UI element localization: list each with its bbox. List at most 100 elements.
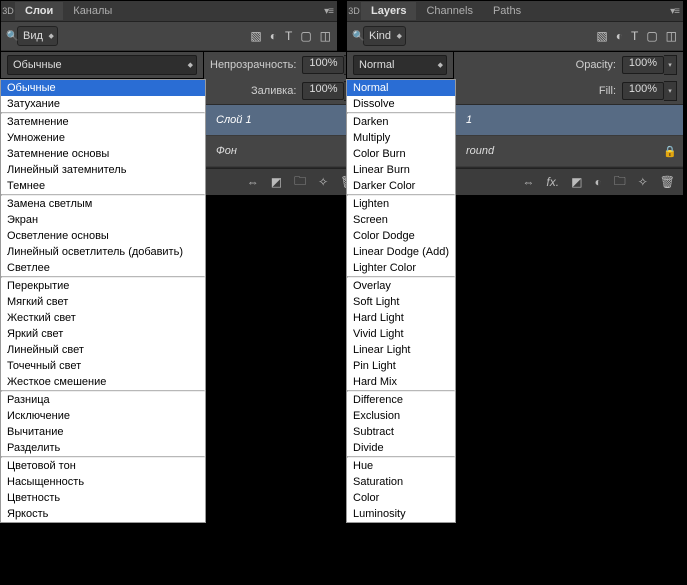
fill-slider-icon[interactable]: ▾ [664,81,677,101]
opacity-input[interactable]: 100% [622,56,664,74]
layer-name[interactable]: Фон [210,145,344,157]
blend-mode-option[interactable]: Линейный осветлитель (добавить) [1,244,205,260]
link-layers-icon[interactable]: ⇔ [247,175,259,189]
blend-mode-option[interactable]: Яркость [1,506,205,522]
filter-adjust-icon[interactable]: ◐ [270,29,277,43]
filter-pixel-icon[interactable]: ▧ [250,29,261,43]
blend-mode-option[interactable]: Осветление основы [1,228,205,244]
blend-mode-select[interactable]: Обычные [7,55,197,75]
blend-mode-select[interactable]: Normal [353,55,447,75]
new-group-icon[interactable]: 🗀 [614,172,626,193]
blend-mode-option[interactable]: Разделить [1,440,205,456]
blend-mode-option[interactable]: Затемнение [1,114,205,130]
blend-mode-option[interactable]: Exclusion [347,408,455,424]
blend-mode-option[interactable]: Soft Light [347,294,455,310]
blend-mode-option[interactable]: Lighter Color [347,260,455,276]
blend-mode-option[interactable]: Darken [347,114,455,130]
blend-mode-option[interactable]: Screen [347,212,455,228]
layer-row[interactable]: Фон 🔒 [204,136,363,167]
filter-smart-icon[interactable]: ◫ [666,29,677,43]
blend-mode-option[interactable]: Normal [347,80,455,96]
layer-name[interactable]: Слой 1 [210,114,357,126]
trash-icon[interactable]: 🗑 [660,175,675,189]
filter-shape-icon[interactable]: ▢ [646,29,657,43]
blend-mode-option[interactable]: Линейный свет [1,342,205,358]
layer-row[interactable]: round 🔒 [454,136,683,167]
mask-icon[interactable]: ◩ [571,175,582,189]
blend-mode-option[interactable]: Разница [1,392,205,408]
blend-mode-option[interactable]: Исключение [1,408,205,424]
blend-mode-option[interactable]: Color Burn [347,146,455,162]
link-layers-icon[interactable]: ⇔ [522,175,534,189]
blend-mode-option[interactable]: Точечный свет [1,358,205,374]
blend-mode-option[interactable]: Умножение [1,130,205,146]
flyout-menu-icon[interactable]: ▾≡ [324,6,333,17]
new-group-icon[interactable]: 🗀 [294,172,306,193]
mask-icon[interactable]: ◩ [271,175,282,189]
blend-mode-option[interactable]: Overlay [347,278,455,294]
tab-channels[interactable]: Каналы [63,2,122,20]
new-layer-icon[interactable]: ✧ [638,175,648,189]
blend-mode-option[interactable]: Hue [347,458,455,474]
blend-mode-option[interactable]: Linear Dodge (Add) [347,244,455,260]
new-layer-icon[interactable]: ✧ [318,175,328,189]
blend-mode-option[interactable]: Обычные [1,80,205,96]
blend-mode-option[interactable]: Hard Light [347,310,455,326]
opacity-input[interactable]: 100% [302,56,344,74]
opacity-slider-icon[interactable]: ▾ [664,55,677,75]
tab-layers[interactable]: Слои [15,2,63,20]
blend-mode-option[interactable]: Luminosity [347,506,455,522]
blend-mode-option[interactable]: Цветовой тон [1,458,205,474]
flyout-menu-icon[interactable]: ▾≡ [670,6,679,17]
blend-mode-option[interactable]: Multiply [347,130,455,146]
blend-mode-option[interactable]: Darker Color [347,178,455,194]
blend-mode-option[interactable]: Экран [1,212,205,228]
tab-3d[interactable]: 3D [347,6,361,16]
filter-kind-select[interactable]: Вид [17,26,58,46]
filter-pixel-icon[interactable]: ▧ [596,29,607,43]
blend-mode-option[interactable]: Цветность [1,490,205,506]
filter-adjust-icon[interactable]: ◐ [616,29,623,43]
blend-mode-option[interactable]: Pin Light [347,358,455,374]
blend-mode-option[interactable]: Divide [347,440,455,456]
blend-mode-option[interactable]: Vivid Light [347,326,455,342]
filter-smart-icon[interactable]: ◫ [320,29,331,43]
tab-channels[interactable]: Channels [416,2,482,20]
blend-mode-option[interactable]: Яркий свет [1,326,205,342]
blend-mode-dropdown[interactable]: NormalDissolveDarkenMultiplyColor BurnLi… [346,79,456,523]
tab-paths[interactable]: Paths [483,2,531,20]
blend-mode-option[interactable]: Перекрытие [1,278,205,294]
blend-mode-option[interactable]: Жесткий свет [1,310,205,326]
layer-row[interactable]: Слой 1 [204,105,363,136]
blend-mode-option[interactable]: Color [347,490,455,506]
tab-3d[interactable]: 3D [1,6,15,16]
blend-mode-option[interactable]: Вычитание [1,424,205,440]
layer-row[interactable]: 1 [454,105,683,136]
filter-kind-select[interactable]: Kind [363,26,406,46]
blend-mode-option[interactable]: Hard Mix [347,374,455,390]
blend-mode-option[interactable]: Жесткое смешение [1,374,205,390]
blend-mode-option[interactable]: Мягкий свет [1,294,205,310]
fill-input[interactable]: 100% [622,82,664,100]
filter-shape-icon[interactable]: ▢ [300,29,311,43]
blend-mode-option[interactable]: Lighten [347,196,455,212]
blend-mode-option[interactable]: Saturation [347,474,455,490]
adjustment-icon[interactable]: ◐ [594,175,601,189]
blend-mode-option[interactable]: Linear Burn [347,162,455,178]
blend-mode-option[interactable]: Темнее [1,178,205,194]
layer-name[interactable]: round [460,145,663,157]
filter-type-icon[interactable]: T [285,29,292,43]
fx-icon[interactable]: fx. [546,175,559,189]
fill-input[interactable]: 100% [302,82,344,100]
blend-mode-option[interactable]: Dissolve [347,96,455,112]
blend-mode-option[interactable]: Затемнение основы [1,146,205,162]
blend-mode-option[interactable]: Difference [347,392,455,408]
blend-mode-option[interactable]: Linear Light [347,342,455,358]
blend-mode-option[interactable]: Затухание [1,96,205,112]
filter-type-icon[interactable]: T [631,29,638,43]
blend-mode-option[interactable]: Линейный затемнитель [1,162,205,178]
blend-mode-option[interactable]: Color Dodge [347,228,455,244]
layer-name[interactable]: 1 [460,114,677,126]
blend-mode-option[interactable]: Замена светлым [1,196,205,212]
blend-mode-option[interactable]: Subtract [347,424,455,440]
